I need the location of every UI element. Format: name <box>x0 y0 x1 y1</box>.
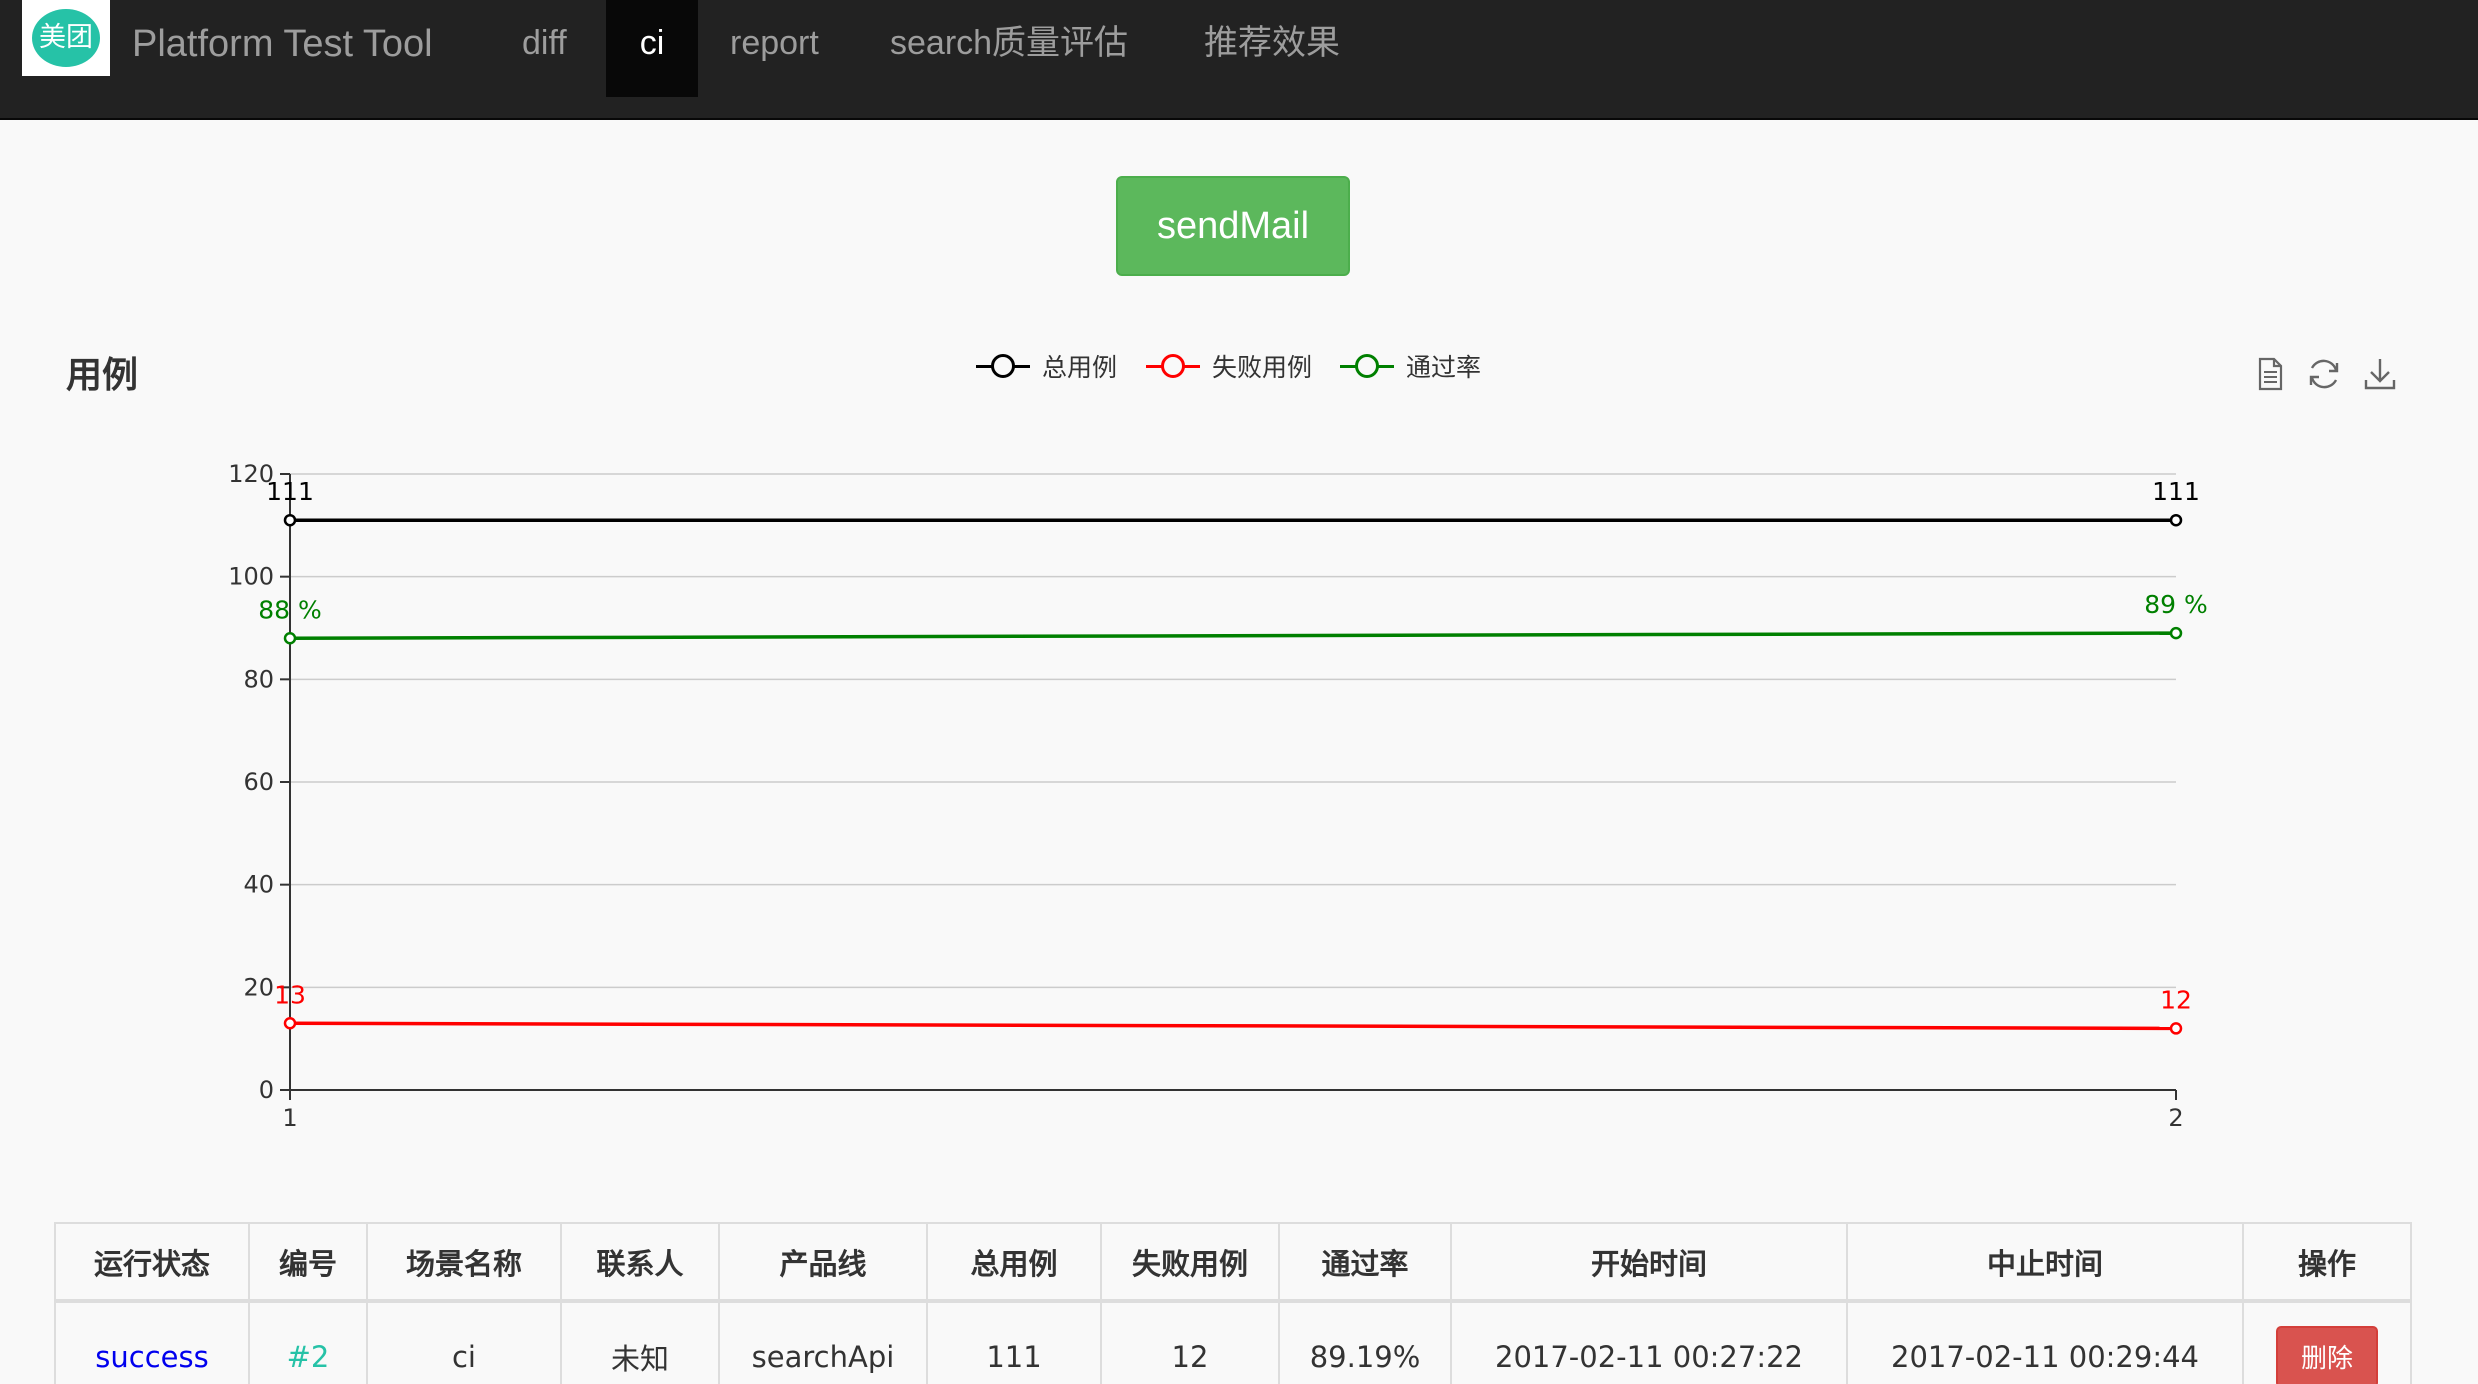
status-link[interactable]: success <box>54 1300 250 1384</box>
series-line <box>289 631 2177 641</box>
data-label: 13 <box>274 980 306 1009</box>
col-header-product-line: 产品线 <box>718 1222 928 1303</box>
col-header-end-time: 中止时间 <box>1846 1222 2244 1303</box>
legend-label: 失败用例 <box>1212 353 1313 382</box>
legend-item-total[interactable]: 总用例 <box>976 348 1117 384</box>
nav-item-report[interactable]: report <box>730 0 819 97</box>
y-tick-label: 40 <box>243 871 274 899</box>
line-chart: 0204060801001201 2111 11113 1288 % 89 % <box>228 460 2208 1130</box>
failed-cell: 12 <box>1100 1300 1280 1384</box>
top-navbar: 美团 Platform Test Tool diff ci report sea… <box>0 0 2478 120</box>
data-label: 12 <box>2160 985 2192 1014</box>
chart-title: 用例 <box>66 355 139 396</box>
col-header-id: 编号 <box>248 1222 368 1303</box>
col-header-total: 总用例 <box>926 1222 1102 1303</box>
brand-title[interactable]: Platform Test Tool <box>132 12 433 76</box>
data-label: 111 <box>2152 477 2200 506</box>
data-label: 89 % <box>2144 590 2208 619</box>
nav-item-recommend[interactable]: 推荐效果 <box>1204 0 1340 97</box>
y-tick-label: 0 <box>259 1076 274 1104</box>
y-tick-label: 60 <box>243 768 274 796</box>
data-point <box>2169 513 2183 527</box>
results-table: 运行状态 编号 场景名称 联系人 产品线 总用例 失败用例 通过率 开始时间 中… <box>54 1222 2412 1384</box>
data-point <box>283 513 297 527</box>
col-header-contact: 联系人 <box>560 1222 720 1303</box>
end-time-cell: 2017-02-11 00:29:44 <box>1846 1300 2244 1384</box>
col-header-action: 操作 <box>2242 1222 2412 1303</box>
legend-label: 总用例 <box>1042 353 1118 382</box>
nav-item-diff[interactable]: diff <box>522 0 567 97</box>
nav-item-ci[interactable]: ci <box>606 0 698 97</box>
run-id-link[interactable]: #2 <box>248 1300 368 1384</box>
legend-item-pass-rate[interactable]: 通过率 <box>1340 348 1481 384</box>
y-tick-label: 80 <box>243 665 274 693</box>
product-line-cell: searchApi <box>718 1300 928 1384</box>
table-header-row: 运行状态 编号 场景名称 联系人 产品线 总用例 失败用例 通过率 开始时间 中… <box>54 1222 2412 1303</box>
series-line <box>289 1021 2177 1031</box>
col-header-start-time: 开始时间 <box>1450 1222 1848 1303</box>
start-time-cell: 2017-02-11 00:27:22 <box>1450 1300 1848 1384</box>
legend-label: 通过率 <box>1406 353 1482 382</box>
y-tick-label: 100 <box>228 563 274 591</box>
action-cell: 删除 <box>2242 1300 2412 1384</box>
logo[interactable]: 美团 <box>22 0 110 76</box>
col-header-failed: 失败用例 <box>1100 1222 1280 1303</box>
table-row: success #2 ci 未知 searchApi 111 12 89.19%… <box>54 1300 2412 1384</box>
download-icon[interactable] <box>2360 354 2400 394</box>
legend-marker-icon <box>976 351 1030 381</box>
col-header-status: 运行状态 <box>54 1222 250 1303</box>
send-mail-button[interactable]: sendMail <box>1116 176 1350 276</box>
data-point <box>283 632 297 645</box>
delete-button[interactable]: 删除 <box>2276 1325 2378 1384</box>
data-view-icon[interactable] <box>2250 354 2290 394</box>
scene-cell: ci <box>366 1300 562 1384</box>
data-point <box>2169 626 2183 640</box>
col-header-scene: 场景名称 <box>366 1222 562 1303</box>
data-point <box>283 1017 297 1030</box>
total-cell: 111 <box>926 1300 1102 1384</box>
data-label: 111 <box>266 477 314 506</box>
legend-marker-icon <box>1340 351 1394 381</box>
x-tick-label: 1 <box>282 1104 297 1130</box>
meituan-logo-icon: 美团 <box>32 9 100 67</box>
nav-item-search-quality[interactable]: search质量评估 <box>890 0 1128 97</box>
data-label: 88 % <box>258 595 322 624</box>
legend-marker-icon <box>1146 351 1200 381</box>
x-tick-label: 2 <box>2168 1104 2183 1130</box>
y-tick-label: 20 <box>243 973 274 1001</box>
contact-cell: 未知 <box>560 1300 720 1384</box>
col-header-pass-rate: 通过率 <box>1278 1222 1452 1303</box>
legend-item-failed[interactable]: 失败用例 <box>1146 348 1312 384</box>
refresh-icon[interactable] <box>2304 354 2344 394</box>
data-point <box>2169 1022 2183 1035</box>
pass-rate-cell: 89.19% <box>1278 1300 1452 1384</box>
